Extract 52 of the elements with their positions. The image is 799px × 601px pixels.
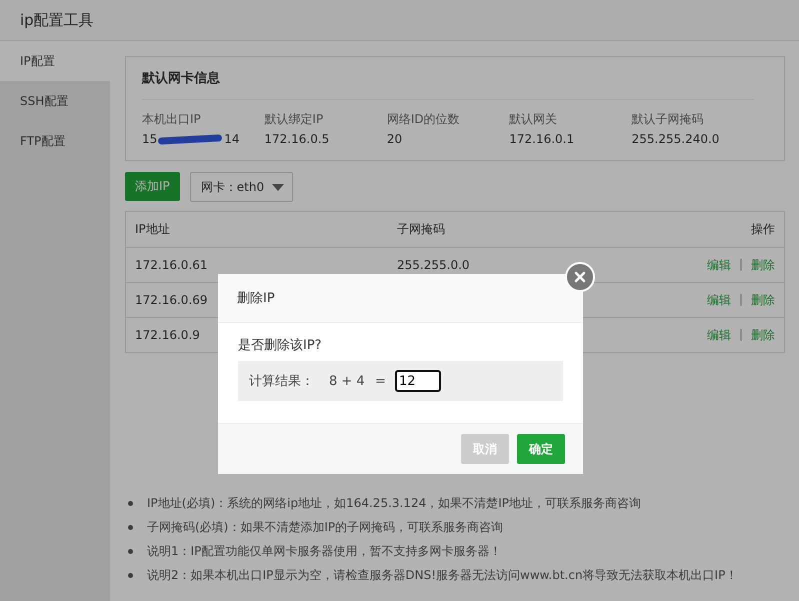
nic-select[interactable]: 网卡：eth0 — [190, 172, 294, 202]
close-icon — [574, 271, 586, 283]
field-value: 172.16.0.1 — [509, 131, 574, 148]
column-header: IP地址 — [135, 221, 170, 238]
add-ip-button[interactable]: 添加IP — [125, 172, 180, 201]
field-value: 172.16.0.5 — [264, 131, 330, 148]
bullet-icon — [128, 548, 133, 554]
field-value: 15 — [142, 131, 158, 148]
dialog-title: 删除IP — [237, 290, 275, 307]
delete-link[interactable]: 删除 — [751, 326, 775, 344]
close-button[interactable] — [565, 262, 595, 292]
delete-link[interactable]: 删除 — [751, 256, 775, 274]
table-cell: 172.16.0.61 — [135, 258, 208, 272]
table-cell: 172.16.0.69 — [135, 293, 208, 307]
delete-link[interactable]: 删除 — [751, 292, 775, 308]
caret-icon — [272, 184, 284, 190]
captcha-expression: 8 + 4 — [329, 374, 366, 388]
field-value: 20 — [386, 131, 402, 148]
field-value: 255.255.240.0 — [632, 131, 720, 148]
confirm-button[interactable]: 确定 — [517, 434, 565, 464]
note-text: 说明1：IP配置功能仅单网卡服务器使用，暂不支持多网卡服务器！ — [147, 542, 502, 560]
column-header: 子网掩码 — [397, 221, 445, 238]
captcha-label: 计算结果： — [249, 373, 315, 390]
edit-link[interactable]: 编辑 — [706, 292, 731, 308]
sidebar-item[interactable]: FTP配置 — [0, 121, 110, 161]
note-text: 说明2：如果本机出口IP显示为空，请检查服务器DNS!服务器无法访问www.bt.cn将导致无法获取本机出口IP！ — [147, 566, 738, 584]
field-value: 14 — [224, 131, 240, 148]
field-label: 本机出口IP — [142, 111, 202, 128]
field-label: 默认绑定IP — [264, 111, 324, 128]
window-title: ip配置工具 — [20, 10, 94, 30]
table-cell: 255.255.0.0 — [397, 258, 470, 272]
equals-sign: = — [375, 374, 387, 388]
separator: | — [738, 326, 743, 343]
table-cell: 172.16.0.9 — [135, 328, 200, 342]
note-text: 子网掩码(必填)：如果不清楚添加IP的子网掩码，可联系服务商咨询 — [147, 518, 504, 536]
field-label: 默认子网掩码 — [632, 111, 705, 128]
field-label: 网络ID的位数 — [386, 111, 461, 128]
answer-field[interactable]: 12 — [395, 370, 441, 392]
field-label: 默认网关 — [509, 111, 558, 128]
edit-link[interactable]: 编辑 — [706, 256, 731, 274]
separator: | — [738, 292, 743, 308]
note-text: IP地址(必填)：系统的网络ip地址，如164.25.3.124，如果不清楚IP地址，可联系服务商咨询 — [147, 494, 642, 512]
column-header: 操作 — [751, 222, 775, 236]
dialog-question: 是否删除该IP? — [238, 337, 323, 355]
card-title: 默认网卡信息 — [142, 57, 754, 100]
bullet-icon — [128, 572, 133, 578]
bullet-icon — [128, 524, 133, 530]
sidebar-item[interactable]: IP配置 — [0, 41, 110, 81]
sidebar-item[interactable]: SSH配置 — [0, 81, 110, 121]
separator: | — [738, 256, 743, 273]
bullet-icon — [128, 500, 133, 506]
edit-link[interactable]: 编辑 — [706, 326, 731, 344]
